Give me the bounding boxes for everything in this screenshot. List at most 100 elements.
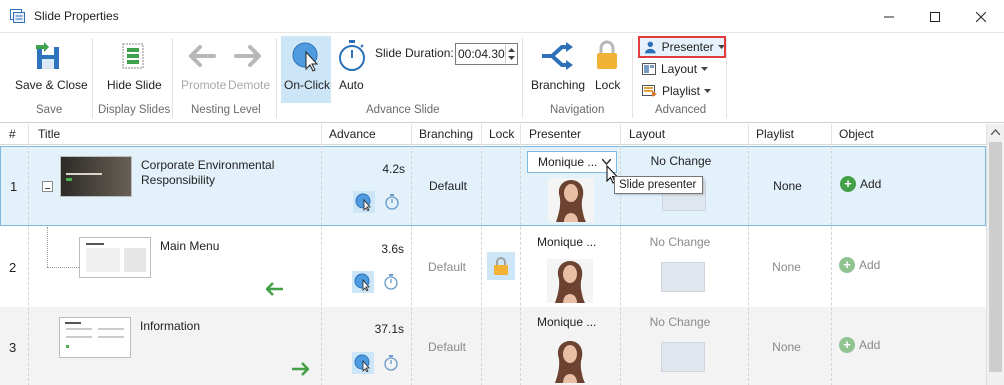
on-click-icon: [292, 42, 319, 72]
duration-spinner[interactable]: [505, 45, 516, 63]
presenter-dropdown-button[interactable]: Presenter: [638, 36, 726, 58]
add-object-button[interactable]: + Add: [840, 176, 881, 192]
auto-toggle[interactable]: [380, 271, 402, 293]
slides-grid: # Title Advance Branching Lock Presenter…: [0, 124, 986, 385]
save-close-button[interactable]: Save & Close: [12, 37, 88, 97]
table-row[interactable]: 2 Main Menu 3.6s Default Monique ... No …: [0, 227, 986, 307]
add-object-label: Add: [859, 258, 881, 272]
slide-duration-value: 00:04.30: [458, 47, 505, 61]
maximize-icon: [930, 11, 940, 22]
demote-button[interactable]: Demote: [226, 37, 272, 97]
on-click-toggle[interactable]: [352, 271, 374, 293]
presenter-name: Monique ...: [538, 155, 598, 169]
column-header-layout[interactable]: Layout: [629, 127, 665, 141]
chevron-down-icon: [704, 88, 712, 93]
playlist-value[interactable]: None: [749, 260, 824, 274]
arrow-right-green-icon: [292, 362, 309, 376]
advance-time: 4.2s: [382, 162, 405, 176]
add-object-label: Add: [860, 177, 882, 191]
add-object-label: Add: [859, 338, 881, 352]
layout-value[interactable]: No Change: [630, 315, 730, 329]
on-click-button[interactable]: On-Click: [281, 36, 331, 103]
column-header-presenter[interactable]: Presenter: [529, 127, 581, 141]
lock-icon: [597, 40, 617, 69]
slide-properties-icon: [10, 9, 25, 23]
auto-toggle[interactable]: [381, 191, 403, 213]
close-button[interactable]: [958, 0, 1004, 33]
minimize-button[interactable]: [866, 0, 912, 33]
add-icon: +: [839, 337, 855, 353]
scrollbar-thumb[interactable]: [989, 142, 1002, 372]
column-header-advance[interactable]: Advance: [329, 127, 376, 141]
playlist-value[interactable]: None: [749, 340, 824, 354]
ribbon-separator: [632, 38, 633, 118]
column-divider: [411, 146, 412, 385]
maximize-button[interactable]: [912, 0, 958, 33]
slide-title: Corporate Environmental Responsibility: [141, 158, 275, 187]
window-title: Slide Properties: [34, 9, 119, 23]
column-divider: [28, 146, 29, 385]
advance-time: 37.1s: [374, 322, 404, 336]
table-row[interactable]: 1 Corporate Environmental Responsibility…: [0, 146, 986, 226]
add-object-button[interactable]: + Add: [839, 257, 880, 273]
layout-placeholder: [661, 262, 705, 292]
hide-slide-label: Hide Slide: [107, 78, 162, 92]
stopwatch-icon: [339, 40, 365, 71]
slide-title: Information: [140, 319, 201, 333]
add-icon: +: [840, 176, 856, 192]
branching-button[interactable]: Branching: [528, 37, 586, 97]
vertical-scrollbar[interactable]: [986, 124, 1004, 385]
column-divider: [481, 146, 482, 385]
grid-header: # Title Advance Branching Lock Presenter…: [0, 124, 986, 145]
row-number: 1: [10, 179, 18, 194]
column-header-number[interactable]: #: [9, 127, 16, 141]
presenter-combobox[interactable]: Monique ...: [527, 151, 617, 173]
title-bar: Slide Properties: [0, 0, 1004, 33]
column-header-object[interactable]: Object: [839, 127, 874, 141]
column-header-playlist[interactable]: Playlist: [756, 127, 794, 141]
table-row[interactable]: 3 Information 37.1s Default Monique ...: [0, 307, 986, 385]
lock-toggle[interactable]: [487, 252, 515, 280]
branching-label: Branching: [531, 78, 586, 92]
person-icon: [644, 41, 656, 54]
group-label-navigation: Navigation: [550, 104, 605, 116]
auto-toggle[interactable]: [380, 352, 402, 374]
auto-button[interactable]: Auto: [333, 37, 371, 97]
promote-button[interactable]: Promote: [178, 37, 226, 97]
playlist-label: Playlist: [662, 84, 701, 98]
chevron-down-icon: [701, 66, 709, 71]
add-object-button[interactable]: + Add: [839, 337, 880, 353]
layout-dropdown-button[interactable]: Layout: [642, 59, 712, 79]
branching-value[interactable]: Default: [412, 260, 482, 274]
scroll-up-icon[interactable]: [991, 129, 1000, 135]
collapse-toggle[interactable]: [42, 181, 53, 192]
presenter-tooltip: Slide presenter: [614, 176, 703, 194]
playlist-dropdown-button[interactable]: Playlist: [642, 81, 712, 101]
on-click-toggle[interactable]: [353, 191, 375, 213]
ribbon-separator: [172, 38, 173, 118]
column-header-branching[interactable]: Branching: [419, 127, 473, 141]
column-divider: [748, 146, 749, 385]
tree-connector: [47, 267, 79, 268]
hide-slide-button[interactable]: Hide Slide: [104, 37, 162, 97]
demote-label: Demote: [228, 78, 271, 92]
lock-button[interactable]: Lock: [590, 37, 624, 97]
layout-label: Layout: [661, 62, 698, 76]
on-click-toggle[interactable]: [352, 352, 374, 374]
add-icon: +: [839, 257, 855, 273]
slide-duration-input[interactable]: 00:04.30: [455, 43, 518, 65]
auto-label: Auto: [339, 78, 364, 92]
branching-value[interactable]: Default: [413, 179, 483, 193]
column-header-title[interactable]: Title: [38, 127, 60, 141]
playlist-icon: [642, 85, 657, 97]
layout-value[interactable]: No Change: [630, 235, 730, 249]
layout-value[interactable]: No Change: [631, 154, 731, 168]
stopwatch-icon: [384, 355, 398, 371]
playlist-value[interactable]: None: [750, 179, 825, 193]
presenter-name[interactable]: Monique ...: [537, 315, 596, 329]
presenter-name[interactable]: Monique ...: [537, 235, 596, 249]
close-icon: [976, 11, 986, 22]
arrow-left-icon: [189, 45, 216, 67]
column-header-lock[interactable]: Lock: [489, 127, 514, 141]
branching-value[interactable]: Default: [412, 340, 482, 354]
